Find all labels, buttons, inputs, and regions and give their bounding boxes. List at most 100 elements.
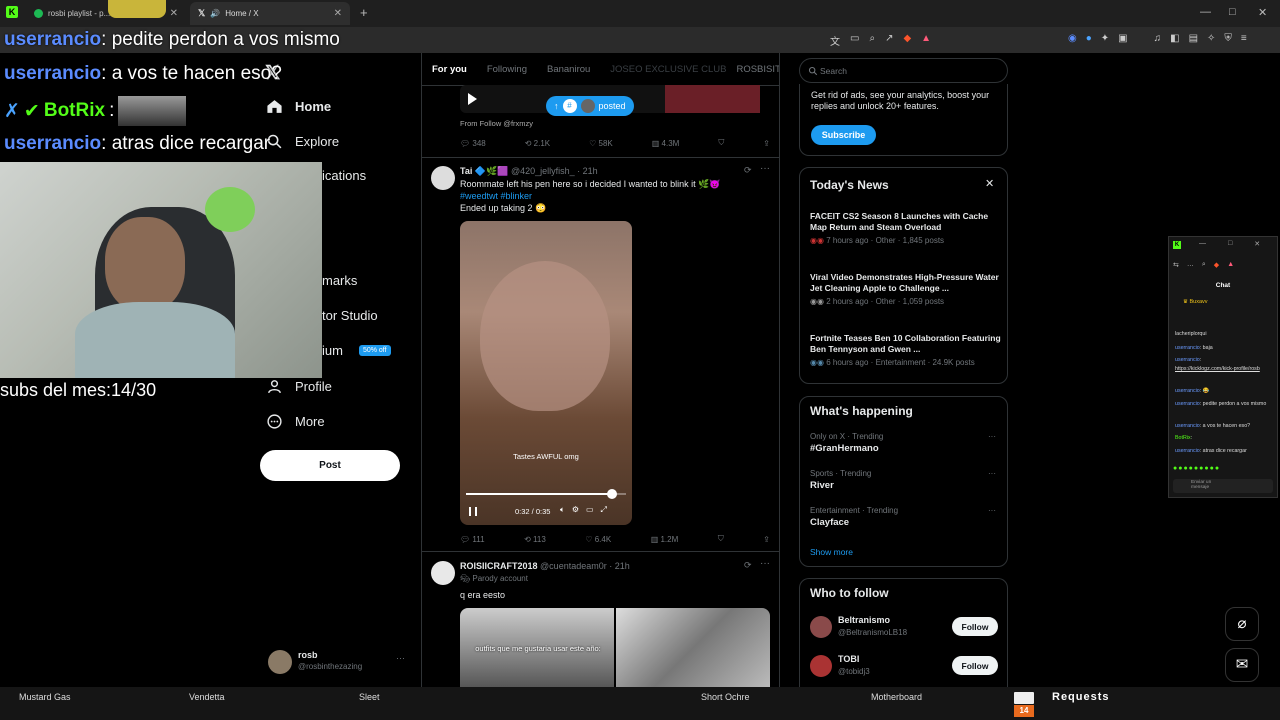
extension-icon[interactable]: ● xyxy=(1086,33,1092,44)
brave-rewards-icon[interactable]: ▲ xyxy=(921,33,931,48)
screenshot-icon[interactable]: ▣ xyxy=(1118,33,1127,44)
search-box[interactable]: Search xyxy=(799,58,1008,83)
author-name[interactable]: Tai xyxy=(460,166,472,176)
share-icon[interactable]: ↗ xyxy=(885,33,893,48)
account-more-icon[interactable]: ··· xyxy=(396,653,405,663)
post-button[interactable]: Post xyxy=(260,450,400,481)
minimize-button[interactable]: — xyxy=(1199,240,1206,248)
tab-home-x[interactable]: 𝕏 🔊 Home / X ✕ xyxy=(190,2,350,25)
play-icon[interactable] xyxy=(468,93,477,105)
trend-more-icon[interactable]: ··· xyxy=(988,432,996,441)
tab-joseo[interactable]: JOSEO EXCLUSIVE CLUB xyxy=(600,64,736,75)
brave-rewards-icon[interactable]: ▲ xyxy=(1227,261,1234,269)
post-more-icon[interactable]: ··· xyxy=(760,163,770,174)
close-tab-icon[interactable]: ✕ xyxy=(334,8,342,19)
follow-button[interactable]: Follow xyxy=(952,617,998,636)
follow-button[interactable]: Follow xyxy=(952,656,998,675)
repost-button[interactable]: ⟲ 113 xyxy=(524,535,546,544)
trend-more-icon[interactable]: ··· xyxy=(988,469,996,478)
like-button[interactable]: ♡ 6.4K xyxy=(585,535,611,544)
views-button[interactable]: ▥ 1.2M xyxy=(651,535,679,544)
post-image[interactable]: outfits que me gustaria usar este año: xyxy=(460,608,614,687)
news-item[interactable]: Viral Video Demonstrates High-Pressure W… xyxy=(810,272,1002,306)
nav-home[interactable]: Home xyxy=(266,98,331,115)
translate-icon[interactable]: 文 xyxy=(830,33,840,48)
audio-icon[interactable]: ◉ xyxy=(1068,33,1077,44)
trend-more-icon[interactable]: ··· xyxy=(988,506,996,515)
zoom-icon[interactable]: ⌕ xyxy=(1202,261,1206,269)
settings-icon[interactable]: ⇆ xyxy=(1173,261,1179,269)
close-window-button[interactable]: ✕ xyxy=(1258,6,1267,19)
tab-bananirou[interactable]: Bananirou xyxy=(537,64,600,75)
author-handle[interactable]: @cuentadeam0r · 21h xyxy=(540,561,630,571)
show-more-link[interactable]: Show more xyxy=(810,547,853,557)
kick-logo-icon[interactable]: K xyxy=(1173,241,1181,249)
vpn-icon[interactable]: ⛨ xyxy=(1224,33,1232,44)
maximize-button[interactable]: □ xyxy=(1229,6,1236,18)
share-icon[interactable]: ⇪ xyxy=(763,139,770,148)
news-item[interactable]: Fortnite Teases Ben 10 Collaboration Fea… xyxy=(810,333,1002,367)
ai-icon[interactable]: ✧ xyxy=(1207,33,1215,44)
bookmark-icon[interactable]: ⛉ xyxy=(718,534,724,544)
video-player[interactable]: Tastes AWFUL omg 0:32 / 0:35 🔈︎ ⚙︎ ▭ ⤢ xyxy=(460,221,632,525)
puzzle-icon[interactable]: ✦ xyxy=(1101,33,1109,44)
messages-button[interactable]: ✉ xyxy=(1225,648,1259,682)
views-button[interactable]: ▥ 4.3M xyxy=(652,139,680,148)
fullscreen-icon[interactable]: ⤢ xyxy=(601,505,607,515)
pip-icon[interactable]: ▭ xyxy=(586,505,594,515)
close-tab-icon[interactable]: ✕ xyxy=(170,8,178,19)
grok-button[interactable]: ⌀ xyxy=(1225,607,1259,641)
music-icon[interactable]: ♫ xyxy=(1154,33,1162,44)
menu-icon[interactable]: ≡ xyxy=(1241,33,1247,44)
repost-button[interactable]: ⟲ 2.1K xyxy=(525,139,550,148)
brave-shield-icon[interactable]: ◆ xyxy=(1214,261,1219,269)
tab-following[interactable]: Following xyxy=(477,64,537,75)
hashtags[interactable]: #weedtwt #blinker xyxy=(460,191,532,201)
mail-icon[interactable] xyxy=(1014,692,1034,704)
progress-track[interactable] xyxy=(466,493,626,495)
tab-rosbisitos[interactable]: ROSBISITOS xyxy=(736,64,779,75)
popup-chat-link[interactable]: https://kicklogz.com/kick-profile/rosb xyxy=(1175,366,1271,372)
avatar[interactable] xyxy=(431,166,455,190)
avatar[interactable] xyxy=(431,561,455,585)
post-more-icon[interactable]: ··· xyxy=(760,558,770,569)
pause-icon[interactable] xyxy=(469,507,477,516)
trend-item[interactable]: Entertainment · Trending Clayface ··· xyxy=(810,506,1002,528)
reply-button[interactable]: 💬︎ 348 xyxy=(460,139,486,148)
zoom-icon[interactable]: ⌕ xyxy=(869,33,875,48)
author-name[interactable]: ROISIICRAFT2018 xyxy=(460,561,538,571)
reply-button[interactable]: 💬︎ 111 xyxy=(460,535,485,544)
nav-explore[interactable]: Explore xyxy=(266,133,339,150)
kick-logo-icon[interactable]: K xyxy=(6,6,18,18)
volume-icon[interactable]: 🔈︎ xyxy=(560,505,565,515)
minimize-button[interactable]: — xyxy=(1200,6,1211,18)
chat-link[interactable]: https://kicklogz.com/kick-profile/rosb xyxy=(1175,366,1260,372)
close-button[interactable]: ✕ xyxy=(1254,240,1260,248)
wallet-icon[interactable]: ▤ xyxy=(1189,33,1198,44)
post-image[interactable] xyxy=(616,608,770,687)
author-handle[interactable]: @420_jellyfish_ · 21h xyxy=(511,166,598,176)
maximize-button[interactable]: □ xyxy=(1228,240,1232,248)
account-switcher[interactable]: rosb @rosbinthezazing ··· xyxy=(266,648,408,676)
like-button[interactable]: ♡ 58K xyxy=(589,139,613,148)
cast-icon[interactable]: ▭ xyxy=(850,33,859,48)
follow-suggestion[interactable]: TOBI @tobidj3 Follow xyxy=(810,654,1000,680)
follow-suggestion[interactable]: Beltranismo @BeltranismoLB18 Follow xyxy=(810,615,1000,641)
grok-icon[interactable]: ⟳ xyxy=(744,560,752,571)
bookmark-icon[interactable]: ⛉ xyxy=(718,138,724,148)
chat-input[interactable]: Enviar un mensaje xyxy=(1173,479,1273,493)
nav-creator-studio[interactable]: tor Studio xyxy=(322,308,378,323)
progress-handle[interactable] xyxy=(606,489,617,499)
nav-bookmarks[interactable]: marks xyxy=(322,273,357,288)
trend-item[interactable]: Only on X · Trending #GranHermano ··· xyxy=(810,432,1002,454)
new-tab-button[interactable]: + xyxy=(360,5,368,20)
share-icon[interactable]: ⇪ xyxy=(763,535,770,544)
trend-item[interactable]: Sports · Trending River ··· xyxy=(810,469,1002,491)
news-item[interactable]: FACEIT CS2 Season 8 Launches with Cache … xyxy=(810,211,1002,245)
nav-notifications[interactable]: ications xyxy=(322,168,366,183)
grok-icon[interactable]: ⟳ xyxy=(744,165,752,176)
close-icon[interactable]: ✕ xyxy=(985,177,994,190)
more-icon[interactable]: … xyxy=(1187,261,1194,269)
tab-for-you[interactable]: For you xyxy=(422,64,477,75)
sidebar-icon[interactable]: ◧ xyxy=(1170,33,1179,44)
